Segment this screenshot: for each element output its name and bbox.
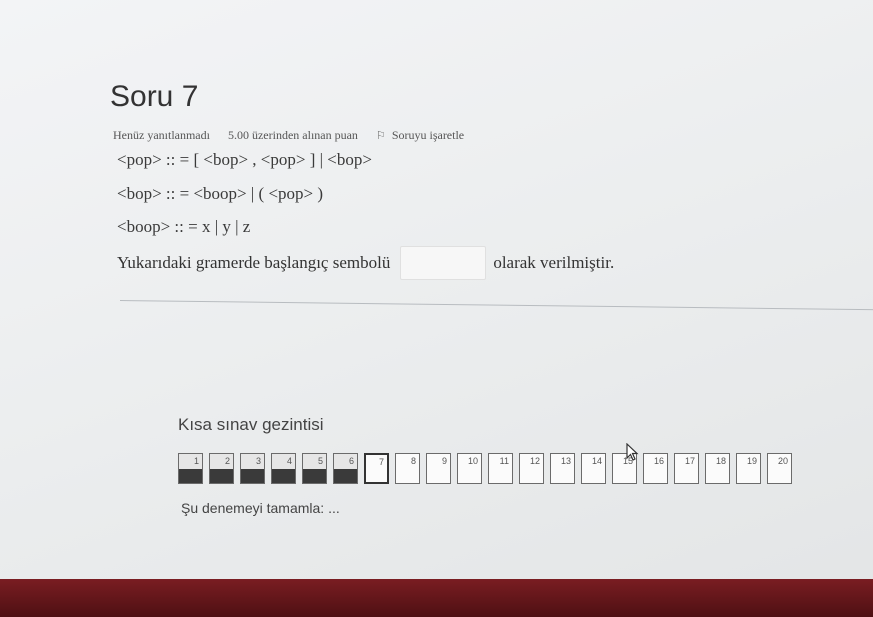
quiz-navigation-buttons: 1 2 3 4 5 6 7 8 9 10 11 12 13 14 15 16 17 18 19 20 (178, 453, 798, 484)
quiz-navigation-title: Kısa sınav gezintisi (178, 415, 324, 434)
question-sentence: Yukarıdaki gramerde başlangıç sembolü ol… (117, 246, 614, 280)
quiz-nav-button[interactable]: 6 (333, 453, 358, 484)
quiz-nav-button[interactable]: 8 (395, 453, 420, 484)
flag-question-label: Soruyu işaretle (391, 128, 465, 142)
bottom-bar (0, 579, 873, 617)
question-info: Henüz yanıtlanmadı 5.00 üzerinden alınan… (113, 128, 464, 143)
flag-icon: ⚐ (375, 130, 386, 142)
quiz-nav-button[interactable]: 4 (271, 453, 296, 484)
grammar-rule-pop: <pop> :: = [ <bop> , <pop> ] | <bop> (117, 150, 372, 169)
quiz-nav-button[interactable]: 5 (302, 453, 327, 484)
mouse-cursor-icon (626, 443, 639, 461)
quiz-nav-button[interactable]: 9 (426, 453, 451, 484)
quiz-nav-button[interactable]: 17 (674, 453, 699, 484)
quiz-nav-button[interactable]: 16 (643, 453, 668, 484)
quiz-nav-button[interactable]: 2 (209, 453, 234, 484)
question-status: Henüz yanıtlanmadı (113, 128, 210, 142)
quiz-nav-button[interactable]: 11 (488, 453, 513, 484)
sentence-after: olarak verilmiştir. (493, 253, 615, 272)
quiz-nav-button[interactable]: 1 (178, 453, 203, 484)
divider (119, 300, 873, 311)
quiz-nav-button[interactable]: 7 (364, 453, 389, 484)
quiz-nav-button[interactable]: 20 (767, 453, 792, 484)
sentence-before: Yukarıdaki gramerde başlangıç sembolü (117, 253, 391, 272)
quiz-nav-button[interactable]: 3 (240, 453, 265, 484)
finish-attempt-link[interactable]: Şu denemeyi tamamla: ... (181, 500, 340, 516)
quiz-nav-button[interactable]: 18 (705, 453, 730, 484)
question-title: Soru 7 (110, 80, 199, 113)
grammar-rule-bop: <bop> :: = <boop> | ( <pop> ) (117, 184, 324, 203)
quiz-nav-button[interactable]: 19 (736, 453, 761, 484)
answer-input[interactable] (400, 246, 487, 280)
grammar-rule-boop: <boop> :: = x | y | z (117, 217, 251, 236)
quiz-nav-button[interactable]: 10 (457, 453, 482, 484)
question-points: 5.00 üzerinden alınan puan (227, 128, 358, 142)
flag-question-link[interactable]: ⚐ Soruyu işaretle (376, 128, 464, 143)
quiz-nav-button[interactable]: 13 (550, 453, 575, 484)
quiz-nav-button[interactable]: 14 (581, 453, 606, 484)
quiz-nav-button[interactable]: 12 (519, 453, 544, 484)
